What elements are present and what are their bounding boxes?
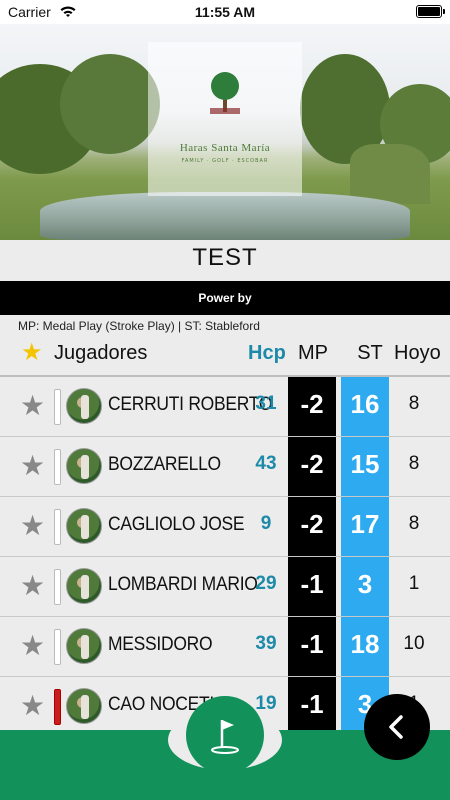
player-hoyo: 10 (403, 633, 425, 654)
star-icon[interactable]: ★ (21, 338, 43, 367)
scoring-legend: MP: Medal Play (Stroke Play) | ST: Stabl… (18, 319, 260, 333)
avatar (66, 448, 102, 484)
column-header-hcp: Hcp (248, 342, 286, 364)
logo-subtitle: FAMILY · GOLF · ESCOBAR (181, 158, 269, 164)
avatar (66, 628, 102, 664)
player-hoyo: 8 (408, 513, 420, 534)
column-header-st: ST (357, 342, 383, 364)
logo-text: Haras Santa María (179, 142, 271, 154)
player-hcp: 39 (255, 633, 277, 654)
column-header-players: Jugadores (54, 342, 148, 364)
golf-button[interactable] (186, 696, 264, 774)
player-hoyo: 1 (408, 573, 420, 594)
player-st: 18 (350, 629, 380, 659)
player-marker (54, 509, 61, 545)
column-header-hoyo: Hoyo (394, 342, 441, 364)
player-st: 16 (350, 389, 380, 419)
status-bar: Carrier 11:55 AM (0, 0, 450, 24)
player-mp: -2 (300, 389, 324, 419)
star-icon[interactable]: ★ (20, 690, 45, 722)
club-logo: Haras Santa María FAMILY · GOLF · ESCOBA… (148, 42, 302, 196)
player-hoyo: 8 (408, 393, 420, 414)
status-time: 11:55 AM (194, 4, 256, 20)
golf-flag-icon (211, 720, 239, 754)
player-hcp: 9 (260, 513, 272, 534)
avatar (66, 688, 102, 724)
star-icon[interactable]: ★ (20, 570, 45, 602)
battery-icon (416, 5, 445, 18)
star-icon[interactable]: ★ (20, 510, 45, 542)
column-header-mp: MP (298, 342, 328, 364)
player-mp: -2 (300, 449, 324, 479)
avatar (66, 568, 102, 604)
star-icon[interactable]: ★ (20, 630, 45, 662)
table-header: ★ Jugadores Hcp MP ST Hoyo (0, 336, 450, 370)
hero-banner: Haras Santa María FAMILY · GOLF · ESCOBA… (0, 24, 450, 240)
player-marker (54, 449, 61, 485)
player-st: 15 (350, 449, 380, 479)
star-icon[interactable]: ★ (20, 450, 45, 482)
player-hoyo: 8 (408, 453, 420, 474)
table-row[interactable]: ★ BOZZARELLO 43 -2 15 8 (0, 437, 450, 497)
avatar (66, 388, 102, 424)
player-mp: -1 (300, 629, 324, 659)
player-marker (54, 389, 61, 425)
player-name: BOZZARELLO (108, 454, 221, 475)
avatar (66, 508, 102, 544)
page-title: TEST (192, 244, 258, 271)
back-button[interactable] (364, 694, 430, 760)
player-marker (54, 569, 61, 605)
table-row[interactable]: ★ MESSIDORO 39 -1 18 10 (0, 617, 450, 677)
table-row[interactable]: ★ CERRUTI ROBERTO 31 -2 16 8 (0, 377, 450, 437)
chevron-left-icon (389, 715, 403, 739)
player-name: MESSIDORO (108, 634, 213, 655)
player-marker (54, 689, 61, 725)
player-st: 3 (357, 569, 373, 599)
table-row[interactable]: ★ LOMBARDI MARIO 29 -1 3 1 (0, 557, 450, 617)
player-st: 17 (350, 509, 380, 539)
player-marker (54, 629, 61, 665)
player-hcp: 29 (255, 573, 277, 594)
player-hcp: 43 (255, 453, 277, 474)
player-mp: -2 (300, 509, 324, 539)
player-mp: -1 (300, 569, 324, 599)
player-name: LOMBARDI MARIO (108, 574, 258, 595)
star-icon[interactable]: ★ (20, 390, 45, 422)
player-mp: -1 (300, 689, 324, 719)
table-row[interactable]: ★ CAGLIOLO JOSE 9 -2 17 8 (0, 497, 450, 557)
powered-by-banner: Power by (0, 281, 450, 315)
player-hcp: 31 (255, 393, 277, 414)
player-name: CAGLIOLO JOSE (108, 514, 245, 535)
